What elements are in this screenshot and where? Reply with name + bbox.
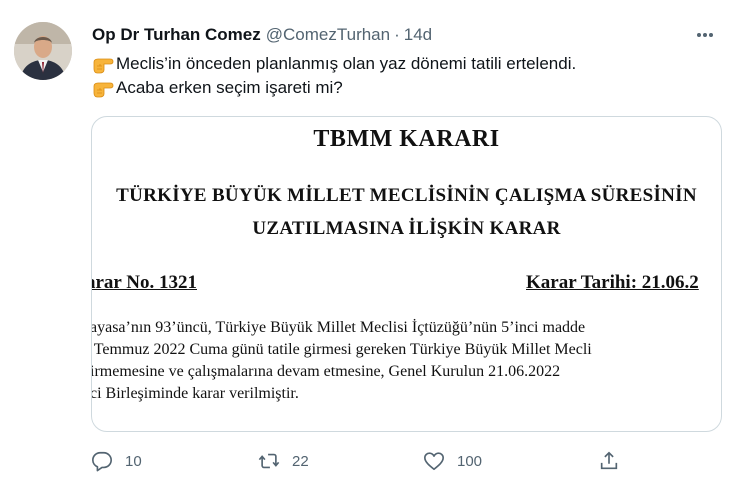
decision-date: Karar Tarihi: 21.06.2 bbox=[526, 272, 699, 293]
reply-icon bbox=[92, 451, 112, 472]
retweet-icon bbox=[258, 453, 280, 469]
share-icon bbox=[600, 451, 618, 470]
document-subtitle-line-2: UZATILMASINA İLİŞKİN KARAR bbox=[252, 218, 561, 239]
document-body-line: nayasa’nın 93’üncü, Türkiye Büyük Millet… bbox=[91, 319, 586, 336]
more-options-icon[interactable] bbox=[690, 24, 720, 46]
document-subtitle-line-1: TÜRKİYE BÜYÜK MİLLET MECLİSİNİN ÇALIŞMA … bbox=[116, 185, 697, 206]
document-scan: TBMM KARARI TÜRKİYE BÜYÜK MİLLET MECLİSİ… bbox=[92, 117, 721, 431]
document-body-line: 1 Temmuz 2022 Cuma günü tatile girmesi g… bbox=[91, 341, 592, 358]
document-title: TBMM KARARI bbox=[313, 126, 500, 152]
document-body-line: girmemesine ve çalışmalarına devam etmes… bbox=[91, 363, 561, 380]
tweet-header: Op Dr Turhan Comez @ComezTurhan · 14d bbox=[92, 24, 720, 46]
like-count: 100 bbox=[457, 452, 483, 470]
tweet-line-text: Acaba erken seçim işareti mi? bbox=[116, 78, 343, 97]
timestamp[interactable]: 14d bbox=[404, 25, 432, 45]
share-button[interactable] bbox=[598, 447, 632, 475]
avatar[interactable] bbox=[14, 22, 72, 80]
reply-count: 10 bbox=[125, 452, 142, 470]
display-name[interactable]: Op Dr Turhan Comez bbox=[92, 25, 261, 45]
tweet-actions: 10 22 100 bbox=[88, 447, 628, 475]
tweet-text: Meclis’in önceden planlanmış olan yaz dö… bbox=[92, 52, 720, 100]
decision-number: arar No. 1321 bbox=[91, 272, 197, 293]
tweet-line-1: Meclis’in önceden planlanmış olan yaz dö… bbox=[92, 52, 720, 76]
tweet-line-2: Acaba erken seçim işareti mi? bbox=[92, 76, 720, 100]
separator-dot: · bbox=[394, 25, 400, 44]
document-body: nayasa’nın 93’üncü, Türkiye Büyük Millet… bbox=[91, 317, 592, 405]
retweet-count: 22 bbox=[292, 452, 309, 470]
user-handle[interactable]: @ComezTurhan bbox=[266, 25, 390, 45]
retweet-button[interactable]: 22 bbox=[258, 447, 309, 475]
pointing-right-hand-icon bbox=[93, 58, 114, 74]
document-body-line: nci Birleşiminde karar verilmiştir. bbox=[91, 385, 299, 402]
attached-image[interactable]: TBMM KARARI TÜRKİYE BÜYÜK MİLLET MECLİSİ… bbox=[91, 116, 722, 432]
reply-button[interactable]: 10 bbox=[91, 447, 142, 475]
heart-icon bbox=[424, 452, 444, 471]
pointing-right-hand-icon bbox=[93, 82, 114, 98]
like-button[interactable]: 100 bbox=[423, 447, 482, 475]
profile-photo bbox=[14, 22, 72, 80]
tweet-line-text: Meclis’in önceden planlanmış olan yaz dö… bbox=[116, 54, 577, 73]
